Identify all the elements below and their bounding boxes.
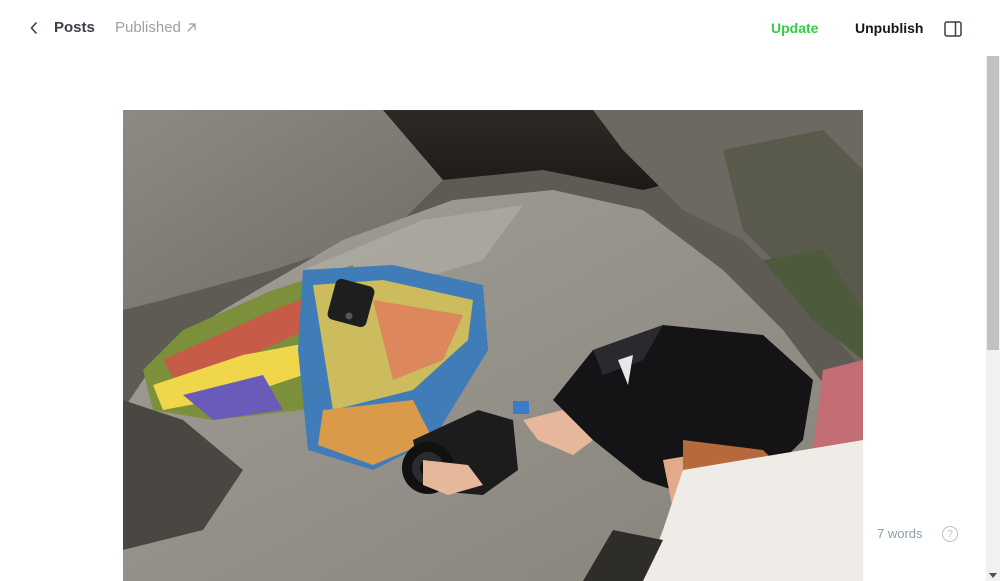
help-button[interactable]: ? (942, 526, 958, 542)
word-count: 7 words (877, 526, 923, 541)
sidebar-panel-icon[interactable] (944, 21, 962, 37)
chevron-left-icon (30, 22, 37, 34)
breadcrumb-posts[interactable]: Posts (54, 19, 95, 36)
post-status-label: Published (115, 19, 181, 36)
question-circle-icon: ? (947, 528, 953, 540)
arrow-up-right-icon (187, 23, 196, 32)
feature-image[interactable] (123, 110, 863, 581)
post-status-link[interactable]: Published (115, 19, 197, 36)
scrollbar-thumb[interactable] (987, 56, 999, 350)
feature-photo (123, 110, 863, 581)
scrollbar[interactable] (986, 56, 1000, 581)
editor-header: Posts Published Update Unpublish (0, 0, 1000, 56)
scroll-down-arrow-icon[interactable] (989, 573, 997, 578)
unpublish-button[interactable]: Unpublish (855, 20, 923, 36)
back-button[interactable] (24, 18, 44, 38)
update-button[interactable]: Update (771, 20, 818, 36)
